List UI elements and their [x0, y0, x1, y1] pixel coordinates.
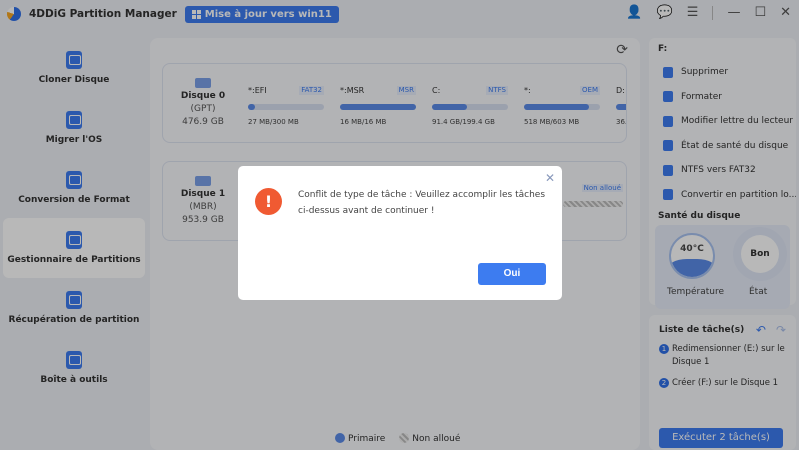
conflict-dialog: ✕ ! Conflit de type de tâche : Veuillez … [238, 166, 562, 300]
dialog-message: Conflit de type de tâche : Veuillez acco… [298, 190, 546, 216]
ok-button[interactable]: Oui [478, 263, 546, 285]
warning-icon: ! [255, 188, 282, 215]
close-icon[interactable]: ✕ [545, 171, 555, 185]
